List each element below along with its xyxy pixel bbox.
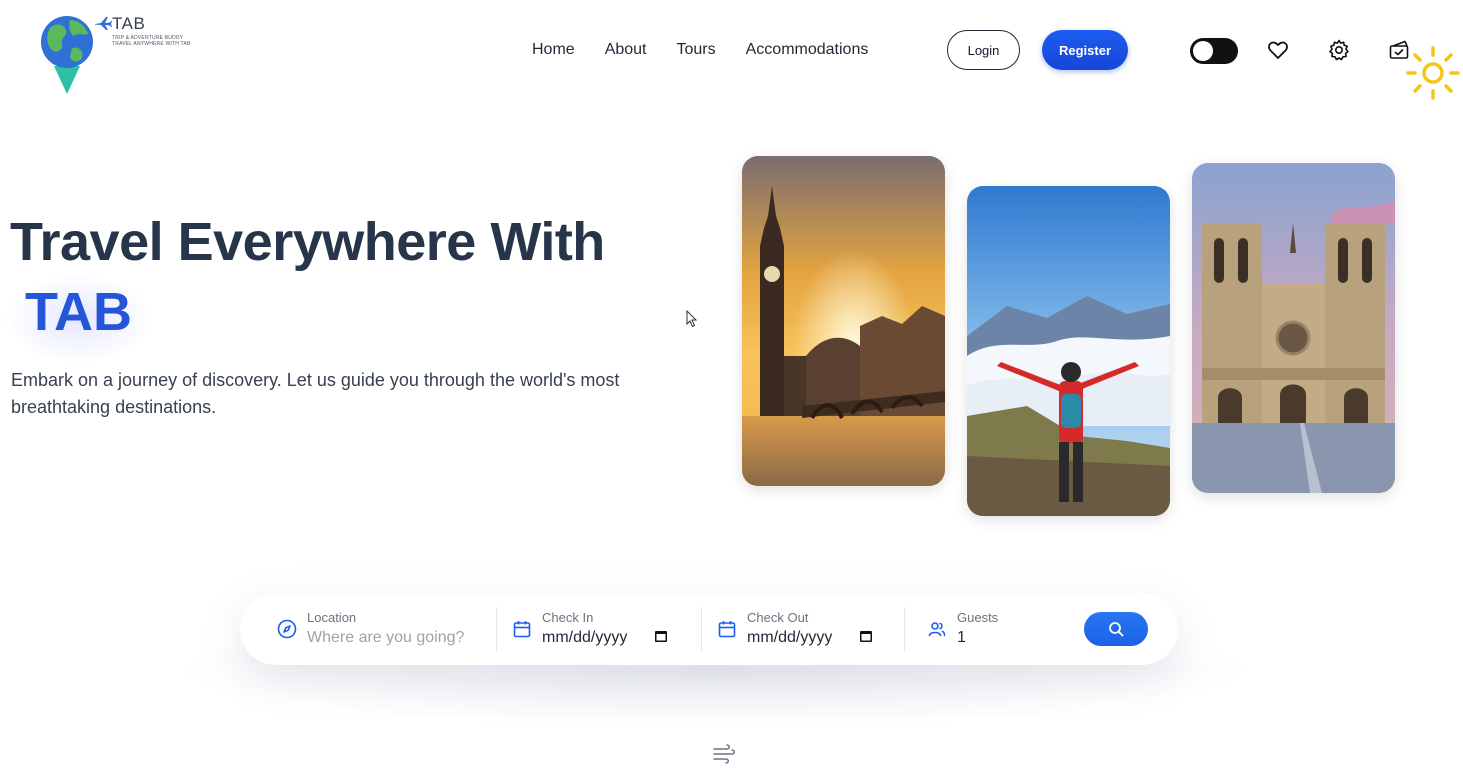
hero-brand-word: TAB	[25, 282, 132, 342]
divider	[701, 607, 702, 651]
theme-toggle[interactable]	[1190, 38, 1238, 64]
check-in-field[interactable]: Check In mm/dd/yyyy	[512, 607, 702, 651]
mountain-hiker-illustration	[967, 186, 1170, 516]
hero-subtitle: Embark on a journey of discovery. Let us…	[11, 370, 620, 417]
brand-tagline: TRIP & ADVENTURE BUDDY TRAVEL ANYWHERE W…	[112, 35, 191, 47]
destination-image-notre-dame[interactable]	[1192, 163, 1395, 493]
check-out-input[interactable]: mm/dd/yyyy	[747, 629, 832, 647]
guests-field[interactable]: Guests 1	[927, 607, 1047, 651]
brand-name: TAB	[112, 14, 146, 33]
airplane-icon	[95, 17, 112, 30]
logo[interactable]: TAB TRIP & ADVENTURE BUDDY TRAVEL ANYWHE…	[38, 8, 208, 94]
mouse-cursor-icon	[686, 310, 698, 328]
check-in-label: Check In	[542, 610, 594, 625]
location-field[interactable]: Location Where are you going?	[277, 607, 487, 651]
nav-home[interactable]: Home	[532, 40, 575, 60]
hero-title: Travel Everywhere With	[10, 212, 605, 272]
nav-accommodations[interactable]: Accommodations	[746, 40, 869, 60]
calendar-picker-icon[interactable]	[654, 629, 668, 643]
location-input[interactable]: Where are you going?	[307, 629, 464, 647]
header: TAB TRIP & ADVENTURE BUDDY TRAVEL ANYWHE…	[0, 0, 1463, 100]
wind-icon	[713, 744, 735, 764]
heart-icon[interactable]	[1266, 38, 1290, 62]
calendar-icon	[718, 621, 736, 638]
search-button[interactable]	[1084, 612, 1148, 646]
guests-label: Guests	[957, 610, 999, 625]
search-icon	[1109, 622, 1124, 637]
compass-icon	[277, 619, 297, 639]
toggle-knob	[1193, 41, 1213, 61]
divider	[904, 607, 905, 651]
big-ben-illustration	[742, 156, 945, 486]
sun-icon[interactable]	[1404, 44, 1462, 102]
nav-tours[interactable]: Tours	[677, 40, 716, 60]
check-out-field[interactable]: Check Out mm/dd/yyyy	[717, 607, 907, 651]
main-nav: Home About Tours Accommodations	[532, 40, 898, 60]
register-button[interactable]: Register	[1042, 30, 1128, 70]
check-in-input[interactable]: mm/dd/yyyy	[542, 629, 627, 647]
gear-icon[interactable]	[1327, 38, 1351, 62]
search-bar: Location Where are you going? Check In m…	[240, 593, 1178, 665]
destination-image-mountain-hiker[interactable]	[967, 186, 1170, 516]
login-button[interactable]: Login	[947, 30, 1020, 70]
users-icon	[928, 622, 946, 637]
hero-brand-block: TAB	[0, 270, 160, 364]
calendar-icon	[513, 621, 531, 638]
divider	[496, 607, 497, 651]
check-out-label: Check Out	[747, 610, 809, 625]
location-label: Location	[307, 610, 357, 625]
tagline-line-2: TRAVEL ANYWHERE WITH TAB	[112, 41, 191, 47]
notre-dame-illustration	[1192, 163, 1395, 493]
guests-input[interactable]: 1	[957, 629, 966, 647]
nav-about[interactable]: About	[605, 40, 647, 60]
destination-image-big-ben[interactable]	[742, 156, 945, 486]
calendar-picker-icon[interactable]	[859, 629, 873, 643]
globe-pin-icon	[41, 16, 93, 94]
